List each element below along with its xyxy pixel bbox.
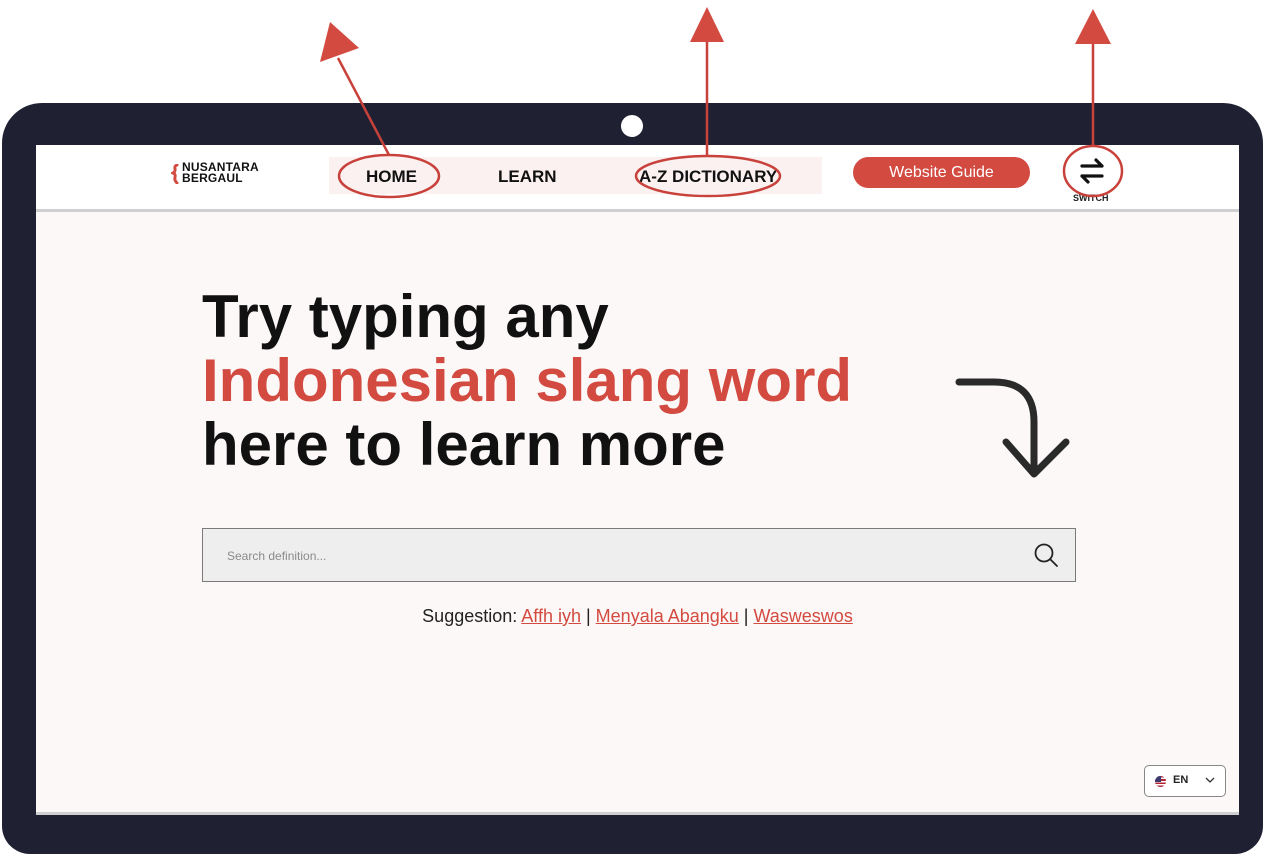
curved-arrow-icon (955, 378, 1070, 478)
suggestion-line: Suggestion: Affh iyh | Menyala Abangku |… (36, 606, 1239, 627)
switch-icon[interactable] (1076, 157, 1108, 185)
logo-mark-icon (171, 164, 179, 184)
suggestion-link-2[interactable]: Menyala Abangku (596, 606, 739, 626)
nav-learn-link[interactable]: LEARN (498, 167, 557, 187)
brand-logo[interactable]: NUSANTARA BERGAUL (171, 161, 259, 185)
language-selector[interactable]: EN (1144, 765, 1226, 797)
app-screen: NUSANTARA BERGAUL HOME LEARN A-Z DICTION… (36, 145, 1239, 812)
website-guide-button[interactable]: Website Guide (853, 157, 1030, 188)
hero-line-2: Indonesian slang word (202, 347, 853, 414)
search-box (202, 528, 1076, 583)
suggestion-link-3[interactable]: Wasweswos (753, 606, 852, 626)
top-navbar: NUSANTARA BERGAUL HOME LEARN A-Z DICTION… (36, 145, 1239, 212)
suggestion-link-1[interactable]: Affh iyh (521, 606, 581, 626)
suggestion-separator: | (580, 606, 596, 626)
nav-dictionary-link[interactable]: A-Z DICTIONARY (639, 167, 777, 187)
hero-headline: Try typing any Indonesian slang word her… (202, 285, 852, 477)
nav-home-link[interactable]: HOME (366, 167, 417, 187)
webcam-dot (621, 115, 643, 137)
hero-line-1: Try typing any (202, 283, 609, 350)
search-icon[interactable] (1033, 542, 1059, 568)
hero-line-3: here to learn more (202, 411, 726, 478)
us-flag-icon (1155, 776, 1166, 787)
logo-text: NUSANTARA BERGAUL (182, 161, 259, 185)
search-input[interactable] (225, 529, 1009, 583)
logo-line-2: BERGAUL (182, 171, 243, 185)
suggestion-separator: | (738, 606, 754, 626)
language-code: EN (1173, 774, 1189, 786)
suggestion-prefix: Suggestion: (422, 606, 522, 626)
chevron-down-icon (1205, 777, 1215, 783)
switch-label: SWITCH (1073, 193, 1109, 203)
